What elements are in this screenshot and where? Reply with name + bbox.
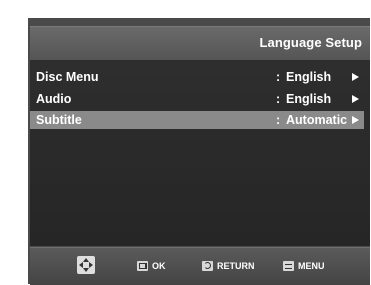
menu-panel (30, 60, 370, 246)
menu-item-audio[interactable]: Audio : English (30, 90, 364, 108)
directional-pad-icon (77, 256, 95, 274)
menu-label: MENU (298, 261, 325, 271)
arrow-right-icon (352, 116, 359, 124)
return-icon (202, 261, 213, 271)
menu-item-separator: : (276, 92, 281, 106)
menu-item-label: Disc Menu (36, 70, 99, 84)
ok-label: OK (152, 261, 166, 271)
page-title: Language Setup (259, 35, 362, 50)
menu-hint: MENU (283, 259, 325, 273)
menu-item-subtitle[interactable]: Subtitle : Automatic (30, 111, 364, 129)
menu-item-label: Subtitle (36, 113, 82, 127)
arrow-right-icon (352, 73, 359, 81)
enter-key-icon (137, 261, 148, 271)
return-label: RETURN (217, 261, 255, 271)
menu-item-disc-menu[interactable]: Disc Menu : English (30, 68, 364, 86)
menu-item-label: Audio (36, 92, 72, 106)
menu-item-value: English (286, 92, 332, 106)
ok-hint: OK (137, 259, 166, 273)
menu-item-separator: : (276, 70, 281, 84)
menu-item-value: Automatic (286, 113, 348, 127)
header-bar: Language Setup (30, 26, 370, 60)
menu-item-value: English (286, 70, 332, 84)
return-hint: RETURN (202, 259, 255, 273)
arrow-right-icon (352, 95, 359, 103)
menu-key-icon (283, 261, 294, 271)
menu-item-separator: : (276, 113, 281, 127)
